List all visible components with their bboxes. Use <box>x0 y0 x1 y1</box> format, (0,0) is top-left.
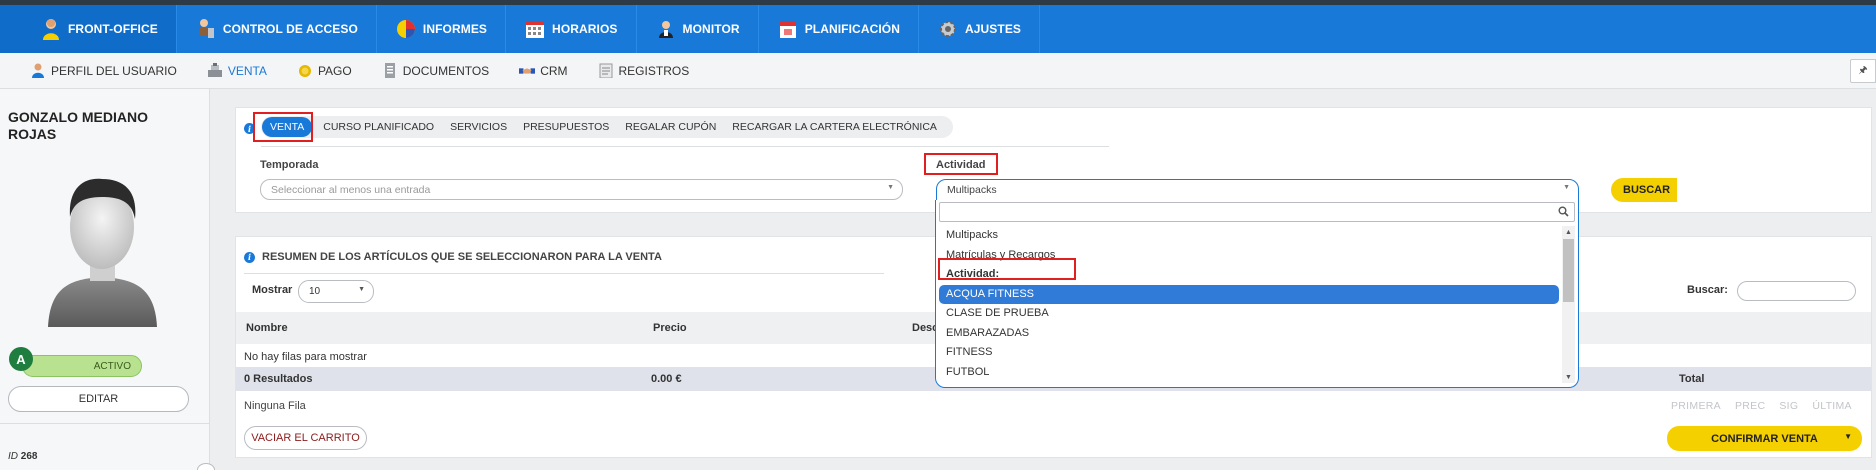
option-embarazadas[interactable]: EMBARAZADAS <box>939 324 1559 344</box>
scroll-up-icon[interactable]: ▲ <box>1562 226 1575 238</box>
results-count: 0 Resultados <box>244 373 313 385</box>
chevron-down-icon: ▼ <box>358 286 365 293</box>
sale-search-panel: i VENTA CURSO PLANIFICADO SERVICIOS PRES… <box>235 107 1872 213</box>
confirm-sale-button[interactable]: CONFIRMAR VENTA ▼ <box>1667 426 1862 451</box>
subtab-crm[interactable]: CRM <box>519 63 568 79</box>
search-label: Buscar: <box>1687 284 1728 296</box>
search-input[interactable] <box>1737 281 1856 301</box>
pin-button[interactable]: 🖈 <box>1850 59 1876 83</box>
main-tab-informes[interactable]: INFORMES <box>377 5 507 53</box>
main-tab-monitor[interactable]: MONITOR <box>637 5 759 53</box>
dropdown-options: Multipacks Matrículas y Recargos Activid… <box>939 226 1559 382</box>
main-nav: FRONT-OFFICE CONTROL DE ACCESO INFORMES … <box>0 5 1876 53</box>
clear-cart-button[interactable]: VACIAR EL CARRITO <box>244 426 367 450</box>
actividad-dropdown: Multipacks Matrículas y Recargos Activid… <box>935 200 1579 388</box>
tab-servicios[interactable]: SERVICIOS <box>442 116 515 138</box>
chevron-down-icon: ▼ <box>887 184 894 191</box>
subtab-registros[interactable]: REGISTROS <box>598 63 689 79</box>
calendar-icon <box>777 18 799 40</box>
total-column-label: Total <box>1679 373 1705 385</box>
tab-regalar-cupon[interactable]: REGALAR CUPÓN <box>617 116 724 138</box>
user-sidebar: GONZALO MEDIANO ROJAS A ACTIVO EDITAR ID… <box>0 89 210 470</box>
total-price: 0.00 € <box>651 373 682 385</box>
pager-next[interactable]: SIG <box>1779 400 1798 412</box>
user-profile-icon <box>30 63 46 79</box>
option-fitness[interactable]: FITNESS <box>939 343 1559 363</box>
sub-nav: PERFIL DEL USUARIO VENTA PAGO DOCUMENTOS… <box>0 53 1876 89</box>
handshake-icon <box>519 63 536 79</box>
category-tabs: VENTA CURSO PLANIFICADO SERVICIOS PRESUP… <box>261 116 953 138</box>
option-futbol[interactable]: FUTBOL <box>939 363 1559 383</box>
scrollbar-thumb[interactable] <box>1563 239 1574 302</box>
summary-title: i RESUMEN DE LOS ARTÍCULOS QUE SE SELECC… <box>244 251 662 263</box>
dropdown-search-input[interactable] <box>939 202 1575 222</box>
main-tab-control-de-acceso[interactable]: CONTROL DE ACCESO <box>177 5 377 53</box>
tab-curso-planificado[interactable]: CURSO PLANIFICADO <box>315 116 442 138</box>
pagination: PRIMERA PREC SIG ÚLTIMA <box>1671 400 1852 412</box>
scroll-down-icon[interactable]: ▼ <box>1562 371 1575 383</box>
pager-last[interactable]: ÚLTIMA <box>1812 400 1852 412</box>
chevron-down-icon: ▼ <box>1563 184 1570 191</box>
sidebar-toggle-handle[interactable] <box>197 463 215 470</box>
notepad-icon <box>598 63 614 79</box>
pie-chart-icon <box>395 18 417 40</box>
title-underline <box>244 273 884 274</box>
main-tab-horarios[interactable]: HORARIOS <box>506 5 637 53</box>
main-tab-front-office[interactable]: FRONT-OFFICE <box>0 5 177 53</box>
option-acqua-fitness[interactable]: ACQUA FITNESS <box>939 284 1559 304</box>
main-tab-ajustes[interactable]: AJUSTES <box>919 5 1041 53</box>
status-badge: ACTIVO <box>22 355 142 377</box>
row-count-text: Ninguna Fila <box>244 400 306 412</box>
document-icon <box>382 63 398 79</box>
turnstile-icon <box>195 18 217 40</box>
pager-prev[interactable]: PREC <box>1735 400 1765 412</box>
chevron-down-icon[interactable]: ▼ <box>1844 432 1852 441</box>
dropdown-scrollbar[interactable]: ▲ ▼ <box>1562 226 1575 383</box>
monitor-person-icon <box>655 18 677 40</box>
option-matriculas-y-recargos[interactable]: Matrículas y Recargos <box>939 246 1559 266</box>
edit-button[interactable]: EDITAR <box>8 386 189 412</box>
cash-register-icon <box>207 63 223 79</box>
person-user-icon <box>40 18 62 40</box>
subtab-pago[interactable]: PAGO <box>297 63 352 79</box>
search-icon <box>1558 206 1569 220</box>
tab-venta[interactable]: VENTA <box>262 117 313 137</box>
pager-first[interactable]: PRIMERA <box>1671 400 1721 412</box>
user-name: GONZALO MEDIANO ROJAS <box>8 109 148 142</box>
empty-table-message: No hay filas para mostrar <box>244 351 367 363</box>
column-header-precio[interactable]: Precio <box>653 322 687 334</box>
page-size-select[interactable]: 10 ▼ <box>298 280 374 303</box>
tab-recargar-cartera[interactable]: RECARGAR LA CARTERA ELECTRÓNICA <box>724 116 945 138</box>
option-multipacks[interactable]: Multipacks <box>939 226 1559 246</box>
calendar-grid-icon <box>524 18 546 40</box>
sidebar-divider <box>0 423 210 424</box>
info-icon: i <box>244 251 255 263</box>
gear-icon <box>937 18 959 40</box>
search-button[interactable]: BUSCAR <box>1611 178 1677 202</box>
main-tab-planificacion[interactable]: PLANIFICACIÓN <box>759 5 919 53</box>
user-id: ID 268 <box>8 451 38 462</box>
actividad-select[interactable]: Multipacks ▼ <box>936 179 1579 201</box>
subtab-perfil-del-usuario[interactable]: PERFIL DEL USUARIO <box>30 63 177 79</box>
coin-icon <box>297 63 313 79</box>
column-header-nombre[interactable]: Nombre <box>246 322 288 334</box>
temporada-label: Temporada <box>260 159 319 171</box>
show-label: Mostrar <box>252 284 293 296</box>
info-icon: i <box>244 123 255 134</box>
member-type-badge: A <box>9 347 33 371</box>
tab-underline <box>261 146 1109 147</box>
subtab-documentos[interactable]: DOCUMENTOS <box>382 63 489 79</box>
option-group-actividad: Actividad: <box>946 268 1000 280</box>
option-clase-de-prueba[interactable]: CLASE DE PRUEBA <box>939 304 1559 324</box>
pin-icon: 🖈 <box>1858 64 1868 76</box>
tab-presupuestos[interactable]: PRESUPUESTOS <box>515 116 617 138</box>
subtab-venta[interactable]: VENTA <box>207 63 267 79</box>
temporada-select[interactable]: Seleccionar al menos una entrada ▼ <box>260 179 903 200</box>
actividad-label: Actividad <box>936 159 986 171</box>
avatar <box>40 167 165 327</box>
